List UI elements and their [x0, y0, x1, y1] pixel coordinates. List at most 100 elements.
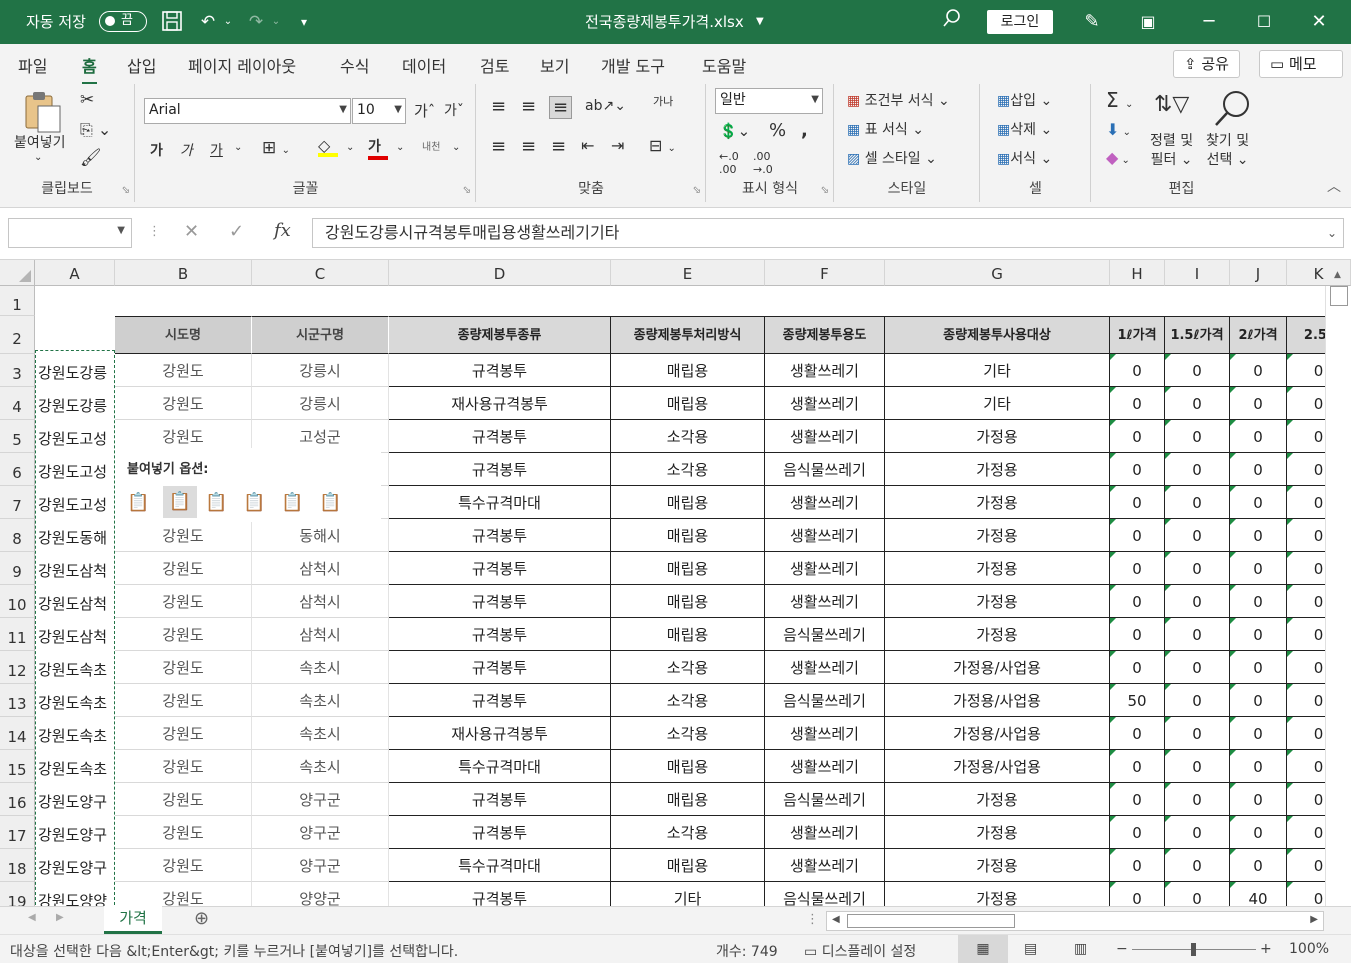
table-cell[interactable]: 0 [1230, 618, 1287, 651]
align-middle-icon[interactable]: ≡ [521, 96, 536, 117]
ribbon-display-icon[interactable]: ▣ [1133, 8, 1163, 36]
row-header[interactable]: 17 [0, 816, 35, 849]
tab-developer[interactable]: 개발 도구 [601, 53, 665, 77]
scrollbar-thumb[interactable] [1330, 286, 1348, 306]
table-cell[interactable]: 0 [1110, 651, 1165, 684]
table-cell[interactable]: 소각용 [611, 453, 765, 486]
column-header[interactable]: G [885, 260, 1110, 286]
clear-icon[interactable]: ◆ ⌄ [1106, 148, 1130, 167]
table-cell[interactable]: 0 [1110, 552, 1165, 585]
page-layout-view-icon[interactable]: ▤ [1024, 941, 1037, 957]
table-cell[interactable]: 0 [1165, 651, 1230, 684]
table-cell[interactable]: 생활쓰레기 [765, 387, 885, 420]
font-launcher-icon[interactable]: ⬂ [463, 185, 471, 196]
table-cell[interactable]: 규격봉투 [389, 453, 611, 486]
number-format-select[interactable]: 일반 ▼ [715, 88, 823, 114]
table-header-cell[interactable]: 1ℓ가격 [1110, 316, 1165, 354]
row-header[interactable]: 10 [0, 585, 35, 618]
autosum-icon[interactable]: Σ ⌄ [1106, 88, 1133, 112]
undo-icon[interactable]: ↶ [196, 10, 220, 34]
table-cell[interactable]: 규격봉투 [389, 585, 611, 618]
table-cell[interactable]: 강원도 [115, 354, 252, 387]
find-select-button[interactable]: 찾기 및 선택 ⌄ [1206, 132, 1249, 170]
paste-button-label[interactable]: 붙여넣기 [14, 132, 66, 152]
table-cell[interactable]: 소각용 [611, 651, 765, 684]
font-color-dropdown-icon[interactable]: ⌄ [396, 142, 404, 153]
sheet-prev-icon[interactable]: ◀ [28, 912, 36, 923]
table-cell[interactable]: 속초시 [252, 717, 389, 750]
table-cell[interactable]: 0 [1110, 387, 1165, 420]
underline-dropdown-icon[interactable]: ⌄ [234, 142, 242, 153]
display-settings-button[interactable]: ▭ 디스플레이 설정 [804, 941, 916, 961]
table-cell[interactable]: 생활쓰레기 [765, 849, 885, 882]
table-cell[interactable]: 규격봉투 [389, 354, 611, 387]
zoom-slider-thumb[interactable] [1191, 943, 1196, 956]
table-header-cell[interactable]: 시군구명 [252, 316, 389, 354]
table-cell[interactable]: 0 [1230, 651, 1287, 684]
row-header[interactable]: 12 [0, 651, 35, 684]
table-cell[interactable]: 음식물쓰레기 [765, 618, 885, 651]
chevron-down-icon[interactable]: ▼ [117, 225, 125, 236]
table-cell[interactable]: 생활쓰레기 [765, 816, 885, 849]
orientation-icon[interactable]: ab↗⌄ [585, 98, 626, 114]
table-cell[interactable]: 속초시 [252, 684, 389, 717]
table-cell[interactable]: 0 [1110, 420, 1165, 453]
column-header[interactable]: H [1110, 260, 1165, 286]
align-top-icon[interactable]: ≡ [491, 96, 506, 117]
tab-page-layout[interactable]: 페이지 레이아웃 [188, 53, 296, 77]
table-cell[interactable]: 규격봉투 [389, 420, 611, 453]
table-cell[interactable]: 강원도 [115, 684, 252, 717]
copy-icon[interactable]: ⎘ ⌄ [80, 120, 111, 140]
table-cell[interactable]: 소각용 [611, 717, 765, 750]
table-cell[interactable]: 0 [1230, 420, 1287, 453]
table-cell[interactable]: 0 [1165, 882, 1230, 906]
row-header[interactable]: 15 [0, 750, 35, 783]
table-cell[interactable]: 규격봉투 [389, 618, 611, 651]
save-icon[interactable] [160, 10, 184, 34]
table-cell[interactable]: 0 [1230, 750, 1287, 783]
table-cell[interactable]: 강원도 [115, 387, 252, 420]
sort-filter-icon[interactable]: ⇅▽ [1154, 92, 1189, 117]
table-cell[interactable]: 특수규격마대 [389, 849, 611, 882]
customize-qat-icon[interactable]: ▾ [292, 10, 316, 34]
table-cell[interactable]: 음식물쓰레기 [765, 882, 885, 906]
table-cell[interactable]: 0 [1165, 618, 1230, 651]
table-cell[interactable]: 0 [1110, 882, 1165, 906]
table-cell[interactable]: 강원도 [115, 618, 252, 651]
table-cell[interactable]: 강원도 [115, 816, 252, 849]
row-header[interactable]: 11 [0, 618, 35, 651]
clipboard-launcher-icon[interactable]: ⬂ [122, 185, 130, 196]
table-cell[interactable]: 매립용 [611, 618, 765, 651]
table-header-cell[interactable]: 종량제봉투종류 [389, 316, 611, 354]
table-cell[interactable]: 0 [1230, 783, 1287, 816]
table-cell[interactable]: 규격봉투 [389, 783, 611, 816]
delete-cells-button[interactable]: ▦삭제 ⌄ [997, 119, 1052, 139]
table-cell[interactable]: 매립용 [611, 849, 765, 882]
table-cell[interactable]: 음식물쓰레기 [765, 684, 885, 717]
horizontal-scrollbar[interactable]: ◀ ▶ [826, 911, 1324, 931]
row-header[interactable]: 6 [0, 453, 35, 486]
table-cell[interactable]: 매립용 [611, 783, 765, 816]
table-cell[interactable]: 0 [1165, 420, 1230, 453]
table-cell[interactable]: 재사용규격봉투 [389, 387, 611, 420]
table-cell[interactable]: 0 [1230, 684, 1287, 717]
accounting-format-icon[interactable]: 💲⌄ [719, 122, 750, 140]
column-header[interactable]: J [1230, 260, 1287, 286]
table-cell[interactable]: 재사용규격봉투 [389, 717, 611, 750]
add-sheet-icon[interactable]: ⊕ [194, 908, 209, 929]
pen-icon[interactable]: ✎ [1077, 8, 1107, 36]
comma-style-icon[interactable]: , [801, 120, 808, 141]
table-cell[interactable]: 삼척시 [252, 618, 389, 651]
select-all-corner[interactable] [0, 260, 35, 286]
column-header[interactable]: A [35, 260, 115, 286]
table-cell[interactable]: 0 [1110, 486, 1165, 519]
table-cell[interactable]: 가정용 [885, 552, 1110, 585]
table-cell[interactable]: 특수규격마대 [389, 750, 611, 783]
maximize-icon[interactable]: ☐ [1249, 8, 1279, 36]
table-cell[interactable]: 가정용 [885, 486, 1110, 519]
paste-option-formulas-icon[interactable]: 📋 [205, 492, 227, 513]
column-header[interactable]: E [611, 260, 765, 286]
paste-option-keep-source-icon[interactable]: 📋 [127, 492, 149, 513]
table-cell[interactable]: 양구군 [252, 783, 389, 816]
table-cell[interactable]: 강원도 [115, 783, 252, 816]
